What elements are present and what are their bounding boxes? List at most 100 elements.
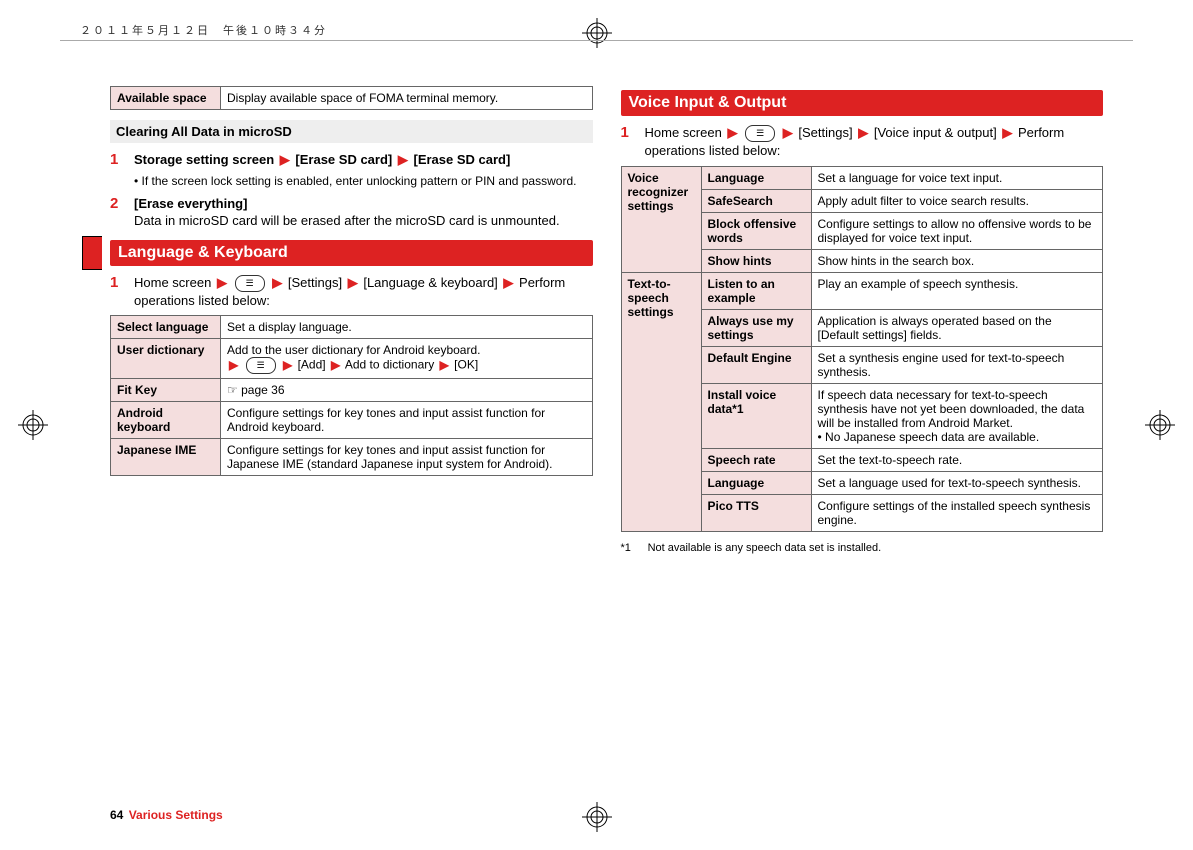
cell-label: Android keyboard xyxy=(111,402,221,439)
print-timestamp: ２０１１年５月１２日 午後１０時３４分 xyxy=(80,22,327,38)
cell-label: Listen to an example xyxy=(701,272,811,309)
cell-desc: Configure settings to allow no offensive… xyxy=(811,212,1103,249)
arrow-icon: ▶ xyxy=(215,275,229,290)
header-rule xyxy=(60,40,1133,41)
cell-label: Available space xyxy=(111,87,221,110)
cell-label: Always use my settings xyxy=(701,309,811,346)
table-row: Fit Key ☞ page 36 xyxy=(111,379,593,402)
language-keyboard-table: Select language Set a display language. … xyxy=(110,315,593,476)
section-name: Various Settings xyxy=(129,808,223,822)
step-voice-1: 1 Home screen ▶ ▶ [Settings] ▶ [Voice in… xyxy=(621,124,1104,160)
menu-key-icon xyxy=(745,125,775,142)
cell-label: Japanese IME xyxy=(111,439,221,476)
cell-desc: Set a language for voice text input. xyxy=(811,166,1103,189)
step-text: [Settings] xyxy=(288,275,342,290)
arrow-icon: ▶ xyxy=(281,358,294,372)
arrow-icon: ▶ xyxy=(1000,125,1014,140)
cell-label: User dictionary xyxy=(111,339,221,379)
arrow-icon: ▶ xyxy=(270,275,284,290)
right-column: Voice Input & Output 1 Home screen ▶ ▶ [… xyxy=(621,80,1104,810)
arrow-icon: ▶ xyxy=(396,152,410,167)
cell-desc: Set a display language. xyxy=(221,316,593,339)
table-row: User dictionary Add to the user dictiona… xyxy=(111,339,593,379)
arrow-icon: ▶ xyxy=(227,358,240,372)
table-row: Select language Set a display language. xyxy=(111,316,593,339)
footnote: *1 Not available is any speech data set … xyxy=(621,542,1104,554)
cell-label: Language xyxy=(701,471,811,494)
section-language-keyboard: Language & Keyboard xyxy=(110,240,593,266)
cell-desc: Apply adult filter to voice search resul… xyxy=(811,189,1103,212)
subheading-clearing-microsd: Clearing All Data in microSD xyxy=(110,120,593,143)
registration-mark-left xyxy=(18,410,48,440)
table-row: Text-to-speech settings Listen to an exa… xyxy=(621,272,1103,309)
arrow-icon: ▶ xyxy=(438,358,451,372)
step-text: Home screen xyxy=(645,125,722,140)
step-text: [Erase everything] xyxy=(134,195,593,213)
cell-label: Default Engine xyxy=(701,346,811,383)
arrow-icon: ▶ xyxy=(501,275,515,290)
section-title-text: Language & Keyboard xyxy=(118,244,288,261)
cell-desc: Configure settings for key tones and inp… xyxy=(221,439,593,476)
footnote-mark: *1 xyxy=(621,542,645,554)
section-title-text: Voice Input & Output xyxy=(629,94,787,111)
left-column: Available space Display available space … xyxy=(110,80,593,810)
cell-desc: Add to the user dictionary for Android k… xyxy=(221,339,593,379)
cell-desc: If speech data necessary for text-to-spe… xyxy=(811,383,1103,448)
cell-label: SafeSearch xyxy=(701,189,811,212)
available-space-table: Available space Display available space … xyxy=(110,86,593,110)
cell-label: Language xyxy=(701,166,811,189)
step-2: 2 [Erase everything] Data in microSD car… xyxy=(110,195,593,230)
voice-settings-table: Voice recognizer settings Language Set a… xyxy=(621,166,1104,532)
arrow-icon: ▶ xyxy=(329,358,342,372)
step-text: [Voice input & output] xyxy=(874,125,997,140)
step-number: 2 xyxy=(110,195,124,230)
menu-key-icon xyxy=(235,275,265,292)
cell-label: Fit Key xyxy=(111,379,221,402)
step-text: [Erase SD card] xyxy=(413,152,510,167)
cell-label: Speech rate xyxy=(701,448,811,471)
cell-label: Pico TTS xyxy=(701,494,811,531)
table-row: Voice recognizer settings Language Set a… xyxy=(621,166,1103,189)
step-text: [Language & keyboard] xyxy=(363,275,497,290)
registration-mark-right xyxy=(1145,410,1175,440)
registration-mark-top xyxy=(582,18,612,48)
cell-desc: Show hints in the search box. xyxy=(811,249,1103,272)
step-lang-1: 1 Home screen ▶ ▶ [Settings] ▶ [Language… xyxy=(110,274,593,310)
page-number: 64 xyxy=(110,808,123,822)
step-text: [Erase SD card] xyxy=(295,152,392,167)
section-voice-io: Voice Input & Output xyxy=(621,90,1104,116)
step-1: 1 Storage setting screen ▶ [Erase SD car… xyxy=(110,151,593,189)
cell-label: Show hints xyxy=(701,249,811,272)
cell-desc: ☞ page 36 xyxy=(221,379,593,402)
arrow-icon: ▶ xyxy=(725,125,739,140)
footnote-text: Not available is any speech data set is … xyxy=(648,542,882,554)
cell-desc: Display available space of FOMA terminal… xyxy=(221,87,593,110)
step-number: 1 xyxy=(621,124,635,160)
cell-desc: Application is always operated based on … xyxy=(811,309,1103,346)
step-text: Storage setting screen xyxy=(134,152,274,167)
page-footer: 64 Various Settings xyxy=(110,808,223,822)
group-label: Text-to-speech settings xyxy=(621,272,701,531)
step-number: 1 xyxy=(110,151,124,189)
arrow-icon: ▶ xyxy=(278,152,292,167)
cell-desc: Set the text-to-speech rate. xyxy=(811,448,1103,471)
cell-label: Select language xyxy=(111,316,221,339)
table-row: Available space Display available space … xyxy=(111,87,593,110)
table-row: Android keyboard Configure settings for … xyxy=(111,402,593,439)
arrow-icon: ▶ xyxy=(781,125,795,140)
menu-key-icon xyxy=(246,357,276,374)
cell-desc: Configure settings of the installed spee… xyxy=(811,494,1103,531)
table-row: Japanese IME Configure settings for key … xyxy=(111,439,593,476)
step-number: 1 xyxy=(110,274,124,310)
arrow-icon: ▶ xyxy=(856,125,870,140)
cell-desc: Configure settings for key tones and inp… xyxy=(221,402,593,439)
group-label: Voice recognizer settings xyxy=(621,166,701,272)
cell-desc: Set a language used for text-to-speech s… xyxy=(811,471,1103,494)
step-text: Home screen xyxy=(134,275,211,290)
step-bullet: • If the screen lock setting is enabled,… xyxy=(134,173,593,189)
section-side-tab xyxy=(82,236,102,270)
cell-desc: Play an example of speech synthesis. xyxy=(811,272,1103,309)
cell-desc: Set a synthesis engine used for text-to-… xyxy=(811,346,1103,383)
arrow-icon: ▶ xyxy=(346,275,360,290)
cell-label: Block offensive words xyxy=(701,212,811,249)
